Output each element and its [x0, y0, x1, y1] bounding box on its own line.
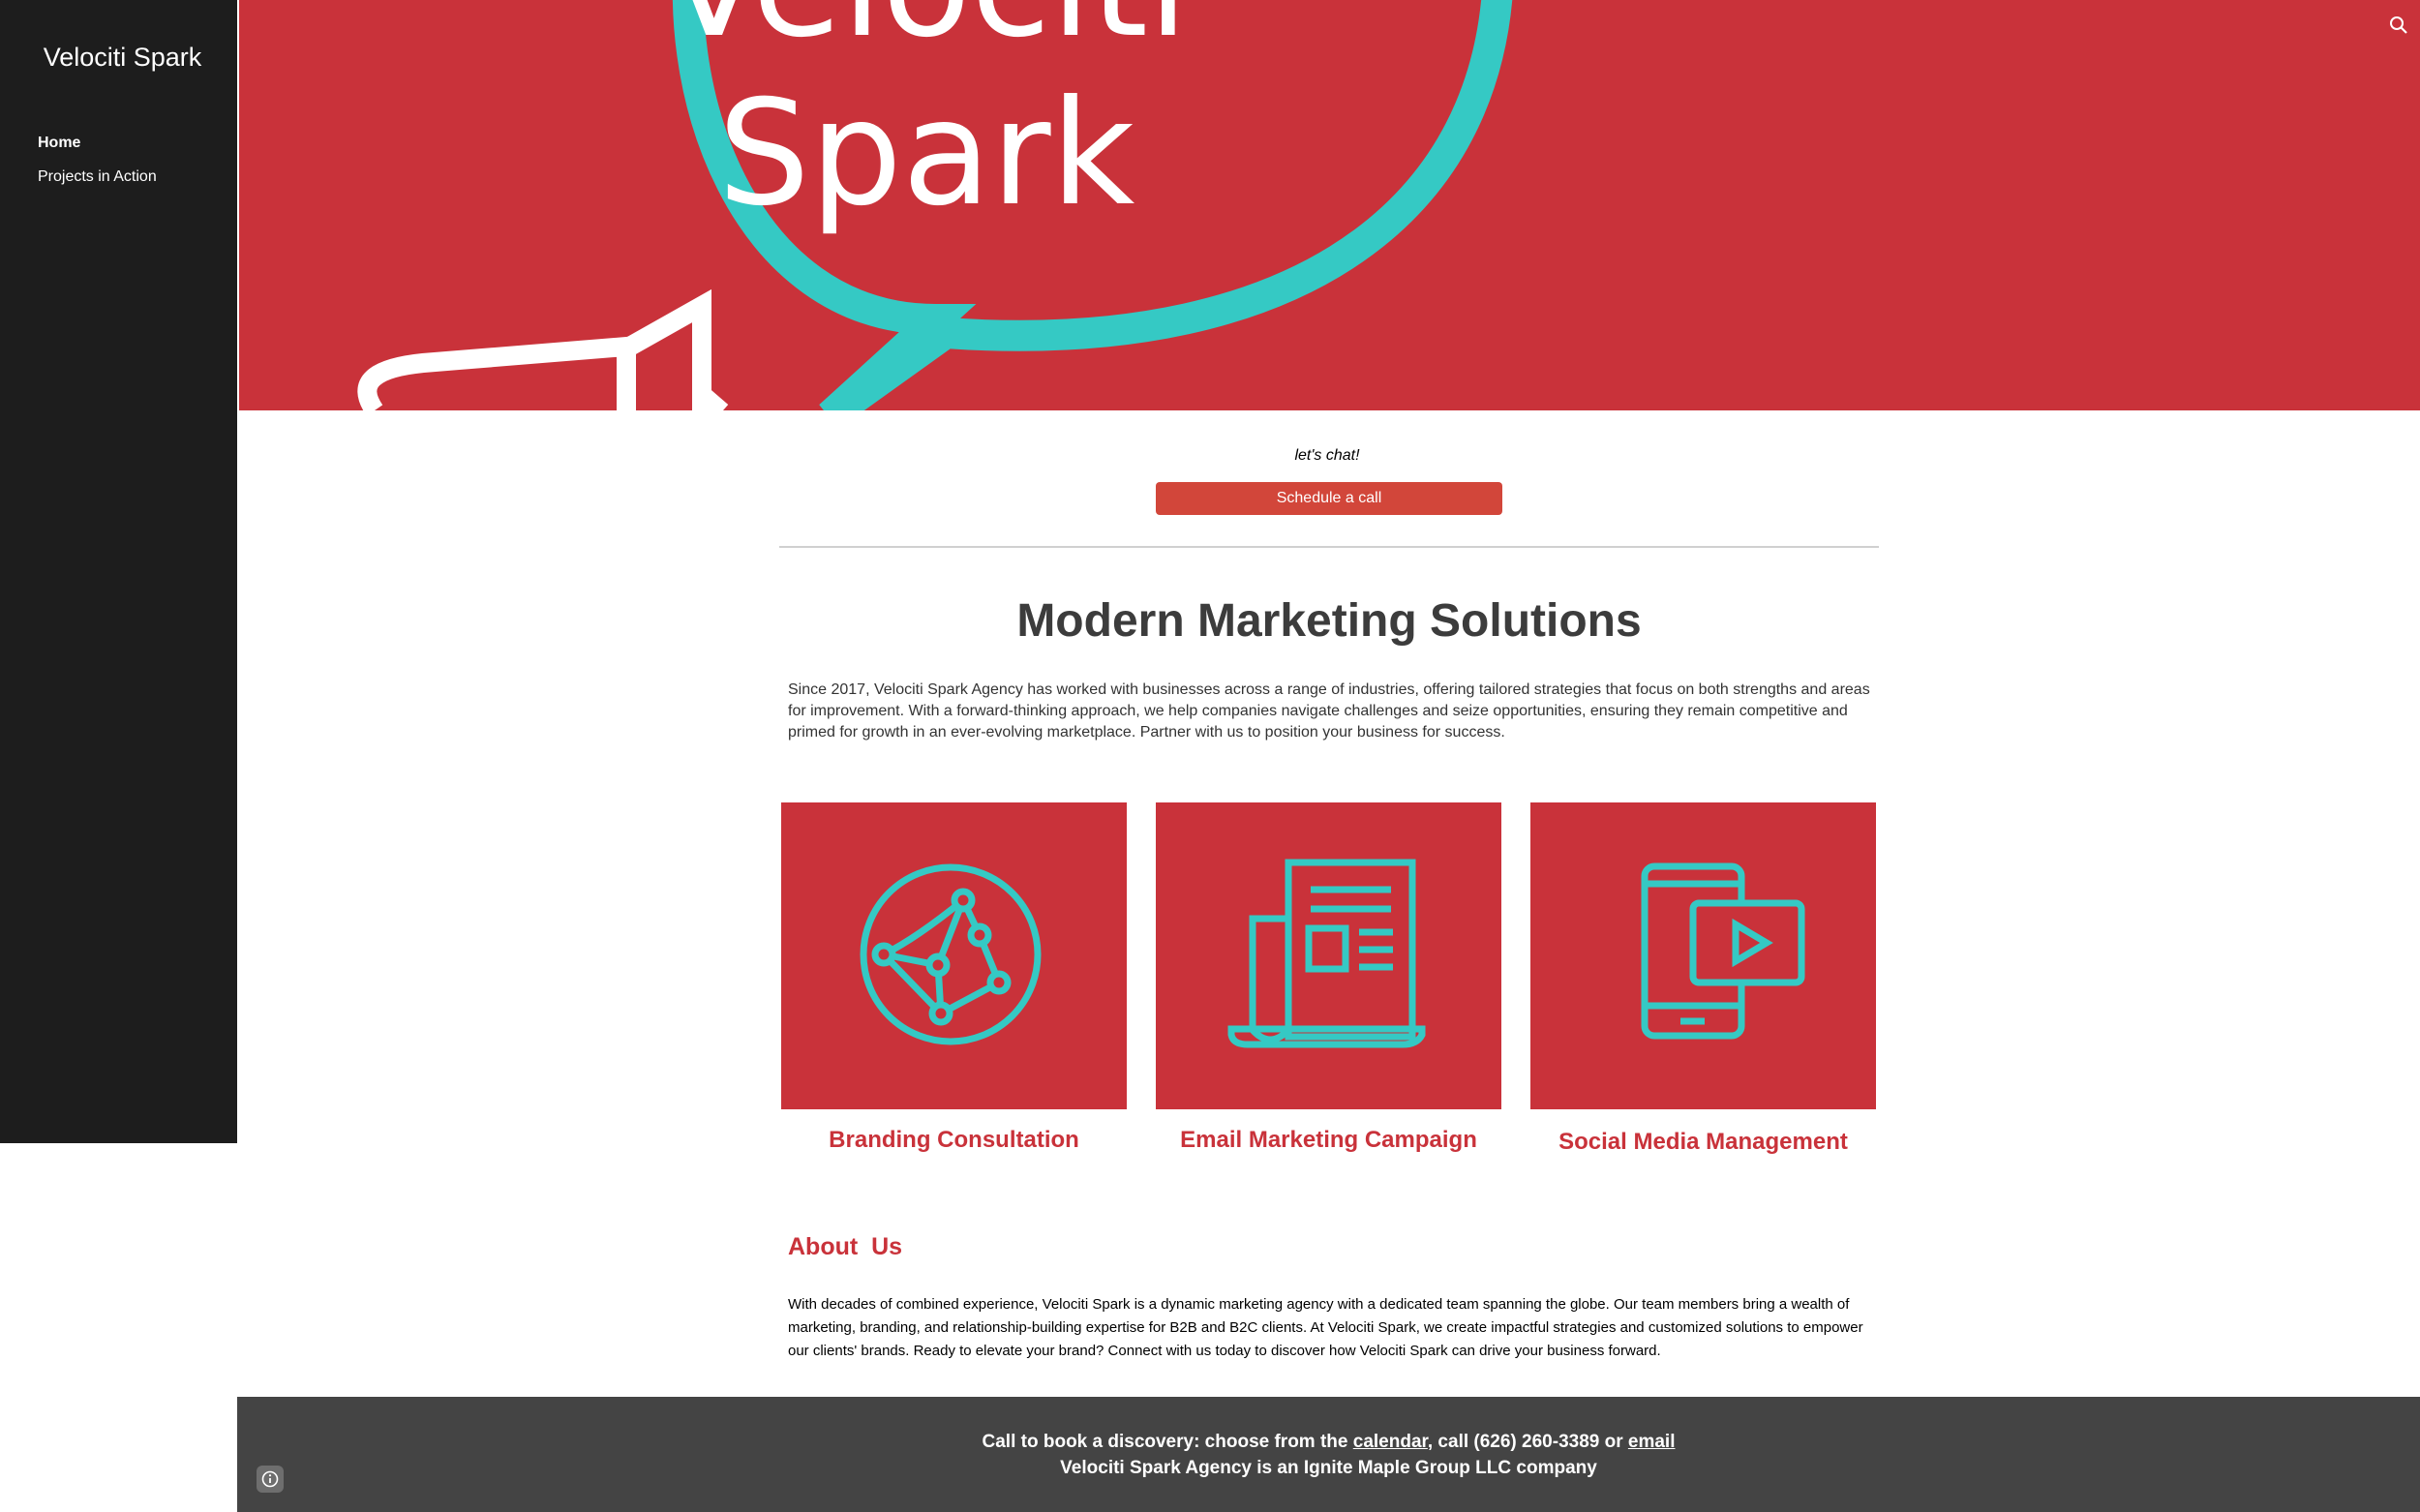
search-icon	[2390, 16, 2407, 34]
service-title-social[interactable]: Social Media Management	[1530, 1129, 1876, 1156]
email-link[interactable]: email	[1628, 1432, 1676, 1452]
hero-logo-text-spark: Spark	[718, 70, 1135, 238]
service-title-email[interactable]: Email Marketing Campaign	[1156, 1127, 1501, 1154]
site-title[interactable]: Velociti Spark	[0, 43, 245, 73]
page-headline: Modern Marketing Solutions	[1016, 595, 1642, 647]
divider	[779, 546, 1879, 548]
hero-banner: Velociti Spark	[239, 0, 2420, 410]
search-button[interactable]	[2374, 0, 2420, 50]
footer: Call to book a discovery: choose from th…	[237, 1397, 2420, 1512]
hero-logo-text-velociti: Velociti	[664, 0, 1188, 70]
site-info-button[interactable]	[257, 1466, 284, 1493]
social-media-card[interactable]	[1530, 802, 1876, 1109]
calendar-link[interactable]: calendar	[1353, 1432, 1428, 1452]
about-paragraph: With decades of combined experience, Vel…	[788, 1296, 1863, 1359]
email-marketing-card[interactable]	[1156, 802, 1501, 1109]
cta-text: let's chat!	[1294, 447, 1360, 464]
branding-consultation-card[interactable]	[781, 802, 1127, 1109]
info-icon	[261, 1470, 279, 1488]
footer-company-line: Velociti Spark Agency is an Ignite Maple…	[1060, 1458, 1597, 1478]
footer-contact-middle: , call (626) 260-3389 or	[1427, 1432, 1628, 1452]
nav-item-projects-in-action[interactable]: Projects in Action	[38, 166, 157, 200]
globe-network-icon	[860, 863, 1042, 1045]
phone-video-icon	[1641, 862, 1805, 1040]
about-heading: About Us	[788, 1233, 903, 1260]
sidebar: Velociti Spark Home Projects in Action	[0, 0, 237, 1143]
intro-paragraph: Since 2017, Velociti Spark Agency has wo…	[788, 681, 1870, 741]
service-title-branding[interactable]: Branding Consultation	[781, 1127, 1127, 1154]
sidebar-nav: Home Projects in Action	[38, 133, 157, 200]
hero-logo-graphic: Velociti Spark	[357, 0, 1513, 410]
nav-item-home[interactable]: Home	[38, 133, 157, 166]
newspaper-icon	[1227, 859, 1426, 1048]
schedule-call-button[interactable]: Schedule a call	[1156, 482, 1502, 515]
footer-contact-prefix: Call to book a discovery: choose from th…	[982, 1432, 1353, 1452]
footer-contact-line: Call to book a discovery: choose from th…	[237, 1432, 2420, 1453]
